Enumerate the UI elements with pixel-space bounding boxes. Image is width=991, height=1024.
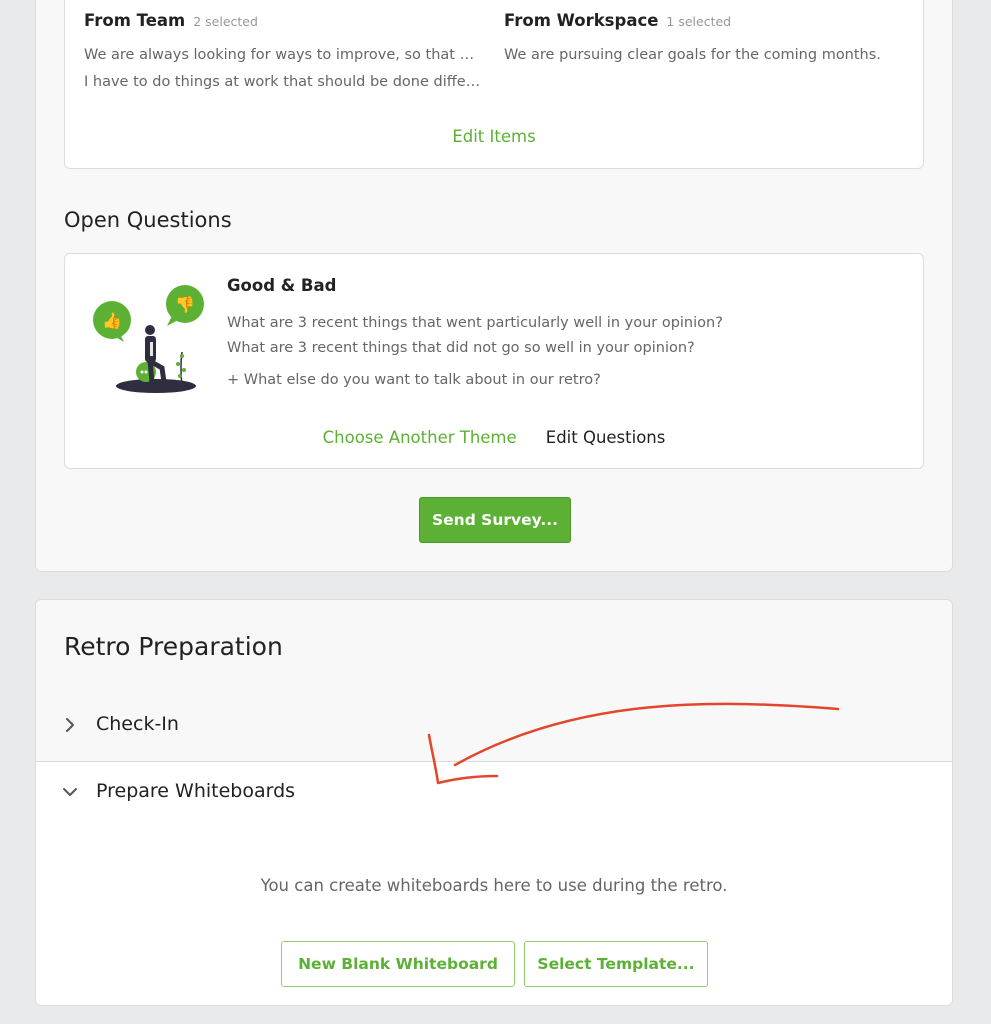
open-questions-heading: Open Questions	[64, 208, 232, 232]
question-line: What are 3 recent things that did not go…	[227, 340, 695, 356]
chevron-right-icon	[66, 718, 74, 732]
team-items-title: From Team	[84, 11, 186, 30]
choose-another-theme-link[interactable]: Choose Another Theme	[323, 428, 517, 447]
new-blank-whiteboard-button[interactable]: New Blank Whiteboard	[281, 941, 515, 987]
accordion-check-in[interactable]: Check-In	[36, 695, 952, 761]
team-items-count: 2 selected	[193, 14, 258, 29]
svg-text:👎: 👎	[175, 295, 195, 314]
accordion-prepare-whiteboards-header[interactable]: Prepare Whiteboards	[36, 762, 952, 828]
good-bad-illustration-icon: 👍 👎	[93, 285, 204, 393]
svg-text:👍: 👍	[102, 311, 122, 330]
workspace-item: We are pursuing clear goals for the comi…	[504, 47, 881, 63]
open-questions-box: 👍 👎 Good & Bad What are 3 recent things …	[64, 253, 924, 469]
survey-card: From Team 2 selected We are always lookin…	[35, 0, 953, 572]
retro-preparation-heading: Retro Preparation	[64, 632, 283, 661]
team-item: We are always looking for ways to improv…	[84, 47, 484, 63]
send-survey-button[interactable]: Send Survey...	[419, 497, 571, 543]
accordion-check-in-label: Check-In	[96, 713, 179, 735]
chevron-down-icon	[63, 788, 77, 796]
edit-questions-link[interactable]: Edit Questions	[546, 428, 666, 447]
extra-question-line: + What else do you want to talk about in…	[227, 372, 601, 388]
team-items-column: From Team 2 selected We are always lookin…	[84, 11, 484, 96]
selected-items-box: From Team 2 selected We are always lookin…	[64, 0, 924, 169]
team-item: I have to do things at work that should …	[84, 74, 484, 90]
whiteboards-description: You can create whiteboards here to use d…	[260, 876, 728, 895]
question-line: What are 3 recent things that went parti…	[227, 315, 723, 331]
theme-title: Good & Bad	[227, 276, 337, 295]
workspace-items-count: 1 selected	[666, 14, 732, 29]
edit-items-link[interactable]: Edit Items	[452, 127, 535, 146]
select-template-button[interactable]: Select Template...	[524, 941, 708, 987]
accordion-prepare-whiteboards: Prepare Whiteboards You can create white…	[36, 761, 952, 1005]
accordion-prepare-whiteboards-label: Prepare Whiteboards	[96, 780, 296, 802]
workspace-items-title: From Workspace	[504, 11, 659, 30]
retro-preparation-card: Retro Preparation Check-In Prepare White…	[35, 599, 953, 1006]
workspace-items-column: From Workspace 1 selected We are pursuing…	[504, 11, 904, 69]
